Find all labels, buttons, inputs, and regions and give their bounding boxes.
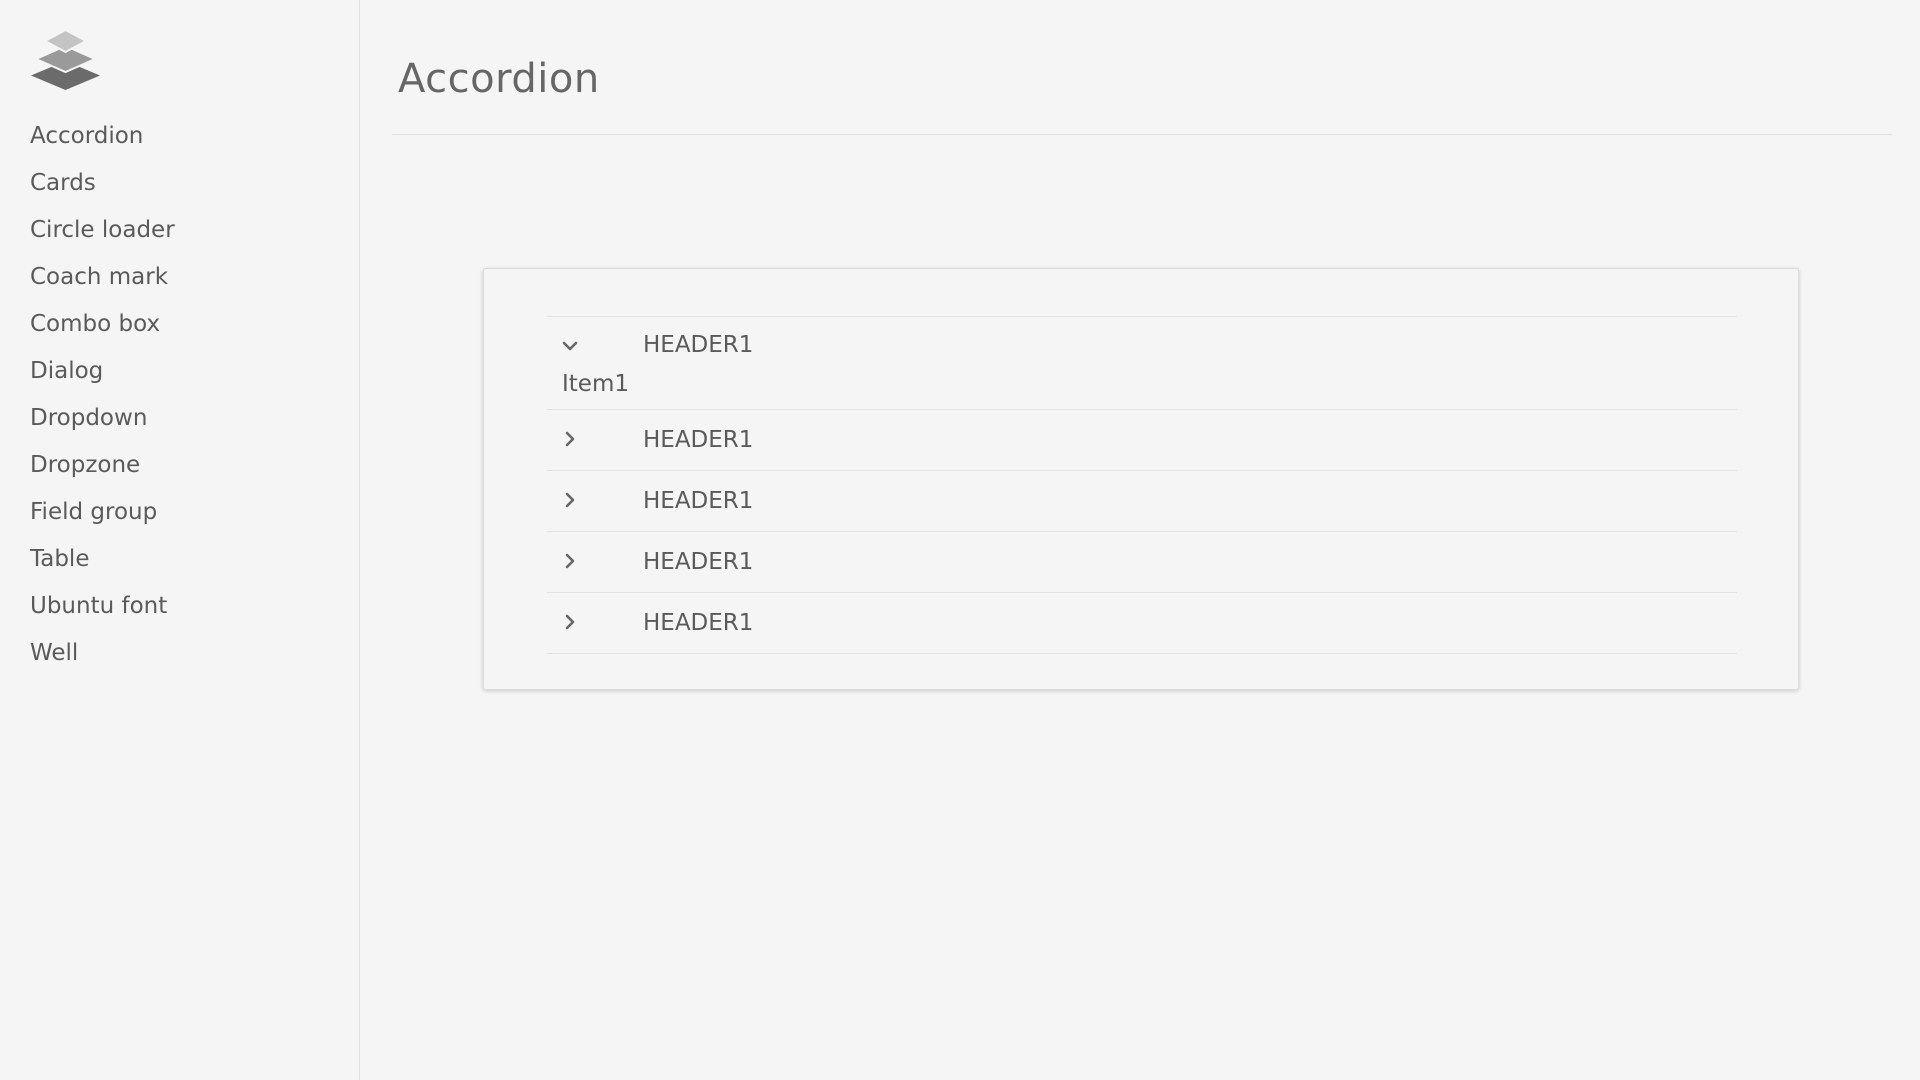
accordion-header-label: HEADER1 xyxy=(643,488,754,514)
app-window: Accordion Cards Circle loader Coach mark… xyxy=(0,0,1920,1080)
accordion-section: HEADER1 xyxy=(547,471,1737,532)
sidebar-item-field-group[interactable]: Field group xyxy=(30,489,175,536)
chevron-right-icon xyxy=(559,550,581,572)
sidebar-item-ubuntu-font[interactable]: Ubuntu font xyxy=(30,583,175,630)
sidebar-item-well[interactable]: Well xyxy=(30,630,175,677)
chevron-right-icon xyxy=(559,428,581,450)
accordion-header-label: HEADER1 xyxy=(643,332,754,358)
accordion-section: HEADER1 Item1 xyxy=(547,317,1737,410)
accordion-section: HEADER1 xyxy=(547,410,1737,471)
sidebar-item-dropzone[interactable]: Dropzone xyxy=(30,442,175,489)
accordion-header[interactable]: HEADER1 xyxy=(547,593,1737,653)
accordion-header-label: HEADER1 xyxy=(643,549,754,575)
accordion-header[interactable]: HEADER1 xyxy=(547,471,1737,531)
accordion-header[interactable]: HEADER1 xyxy=(547,532,1737,592)
accordion-section: HEADER1 xyxy=(547,593,1737,654)
sidebar-item-circle-loader[interactable]: Circle loader xyxy=(30,207,175,254)
sidebar-item-table[interactable]: Table xyxy=(30,536,175,583)
page-title: Accordion xyxy=(398,56,600,102)
accordion-header-label: HEADER1 xyxy=(643,610,754,636)
sidebar-item-accordion[interactable]: Accordion xyxy=(30,113,175,160)
accordion-header[interactable]: HEADER1 xyxy=(547,317,1737,373)
accordion-section: HEADER1 xyxy=(547,532,1737,593)
accordion: HEADER1 Item1 HEADER1 HEADER1 HEADER1 HE… xyxy=(547,316,1737,654)
sidebar-item-dropdown[interactable]: Dropdown xyxy=(30,395,175,442)
sidebar: Accordion Cards Circle loader Coach mark… xyxy=(0,0,360,1080)
accordion-demo-panel: HEADER1 Item1 HEADER1 HEADER1 HEADER1 HE… xyxy=(483,268,1799,690)
accordion-header-label: HEADER1 xyxy=(643,427,754,453)
chevron-right-icon xyxy=(559,489,581,511)
sidebar-item-dialog[interactable]: Dialog xyxy=(30,348,175,395)
sidebar-item-combo-box[interactable]: Combo box xyxy=(30,301,175,348)
sidebar-item-coach-mark[interactable]: Coach mark xyxy=(30,254,175,301)
chevron-down-icon xyxy=(559,335,581,357)
accordion-header[interactable]: HEADER1 xyxy=(547,410,1737,470)
main-content: Accordion HEADER1 Item1 HEADER1 HEADER1 … xyxy=(361,0,1920,1080)
title-divider xyxy=(392,134,1892,135)
layers-icon[interactable] xyxy=(29,28,102,91)
sidebar-nav: Accordion Cards Circle loader Coach mark… xyxy=(30,113,175,677)
sidebar-item-cards[interactable]: Cards xyxy=(30,160,175,207)
chevron-right-icon xyxy=(559,611,581,633)
accordion-item: Item1 xyxy=(562,371,629,397)
